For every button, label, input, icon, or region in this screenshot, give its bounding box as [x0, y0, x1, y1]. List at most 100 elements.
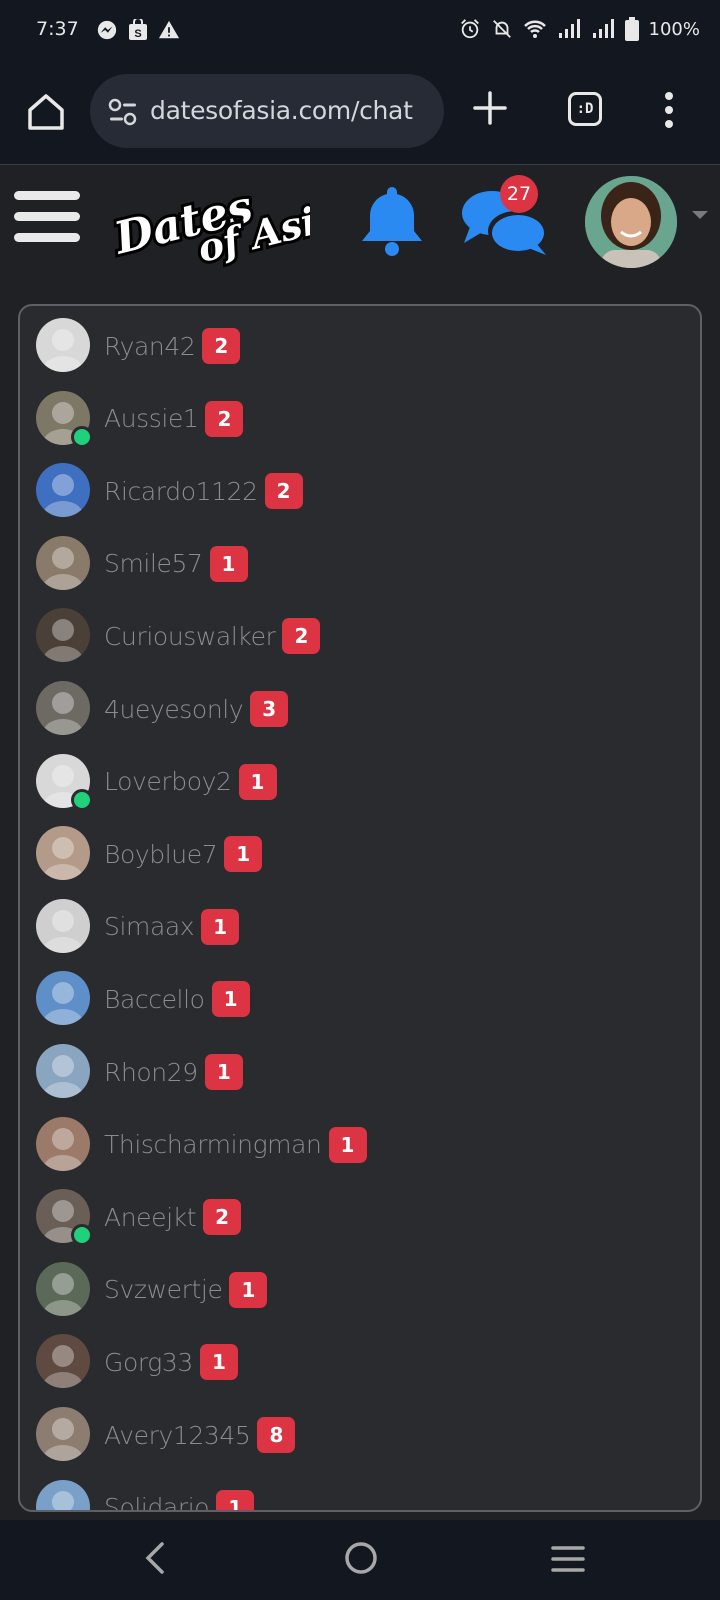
home-icon[interactable]	[24, 90, 68, 134]
contact-avatar[interactable]	[36, 898, 90, 953]
chat-list-item[interactable]: Ricardo1122 2	[36, 463, 676, 523]
contact-username[interactable]: Rhon29	[104, 1058, 198, 1087]
chat-list-item[interactable]: Ryan42 2	[36, 318, 676, 378]
contact-username[interactable]: Loverboy2	[104, 767, 232, 796]
signal-icon-2	[592, 19, 614, 38]
chat-list-item[interactable]: Solidario 1	[36, 1479, 676, 1510]
chat-item-label[interactable]: Smile57 1	[104, 545, 248, 582]
warning-icon	[158, 20, 180, 39]
chat-list-item[interactable]: Boyblue7 1	[36, 826, 676, 886]
wifi-icon	[523, 20, 546, 38]
home-nav-icon[interactable]	[344, 1540, 378, 1576]
contact-avatar[interactable]	[36, 1479, 90, 1510]
contact-username[interactable]: Aussie1	[104, 404, 199, 433]
unread-count-badge: 2	[205, 400, 244, 437]
back-icon[interactable]	[140, 1540, 170, 1576]
chat-list-item[interactable]: Curiouswalker 2	[36, 608, 676, 668]
chat-list-item[interactable]: Avery12345 8	[36, 1407, 676, 1467]
chat-list-item[interactable]: 4ueyesonly 3	[36, 681, 676, 741]
contact-username[interactable]: Baccello	[104, 985, 205, 1014]
chat-item-label[interactable]: Solidario 1	[104, 1489, 255, 1510]
contact-avatar[interactable]	[36, 318, 90, 372]
contact-username[interactable]: Boyblue7	[104, 840, 218, 869]
mute-icon	[492, 20, 511, 38]
chat-list-item[interactable]: Gorg33 1	[36, 1334, 676, 1394]
site-logo[interactable]: Dates of Asia	[110, 173, 310, 269]
chat-item-label[interactable]: Ricardo1122 2	[104, 473, 303, 510]
contact-username[interactable]: Curiouswalker	[104, 622, 276, 651]
notifications-bell-icon[interactable]	[358, 183, 426, 257]
contact-username[interactable]: Ricardo1122	[104, 477, 258, 506]
online-status-indicator	[71, 1224, 93, 1247]
chat-item-label[interactable]: Aneejkt 2	[104, 1199, 242, 1236]
chat-list-item[interactable]: Aneejkt 2	[36, 1189, 676, 1249]
user-avatar[interactable]	[585, 176, 677, 268]
contact-username[interactable]: Solidario	[104, 1493, 210, 1510]
chat-list-item[interactable]: Aussie1 2	[36, 390, 676, 451]
battery-icon	[624, 17, 639, 41]
contact-avatar[interactable]	[36, 1261, 90, 1316]
contact-username[interactable]: Svzwertje	[104, 1275, 223, 1304]
unread-count-badge: 1	[211, 981, 250, 1018]
contact-avatar[interactable]	[36, 1044, 90, 1098]
chat-item-label[interactable]: Rhon29 1	[104, 1054, 243, 1090]
unread-count-badge: 1	[209, 545, 248, 582]
site-settings-icon[interactable]	[108, 98, 138, 126]
contact-avatar[interactable]	[36, 1116, 90, 1171]
chat-item-label[interactable]: Baccello 1	[104, 981, 250, 1018]
contact-username[interactable]: Aneejkt	[104, 1203, 197, 1232]
chat-list-item[interactable]: Baccello 1	[36, 971, 676, 1031]
unread-count-badge: 1	[199, 1344, 238, 1381]
contact-username[interactable]: Thischarmingman	[104, 1130, 322, 1159]
chat-list-item[interactable]: Simaax 1	[36, 898, 676, 959]
chat-item-label[interactable]: Loverboy2 1	[104, 763, 277, 800]
new-tab-icon[interactable]	[472, 90, 508, 126]
contact-username[interactable]: Avery12345	[104, 1421, 251, 1450]
chat-list: Ryan42 2 Aussie1 2 Ricardo1122 2 Smile57 1 Curio…	[18, 304, 702, 1512]
contact-username[interactable]: Simaax	[104, 912, 195, 941]
online-status-indicator	[71, 788, 93, 811]
chat-item-label[interactable]: Aussie1 2	[104, 400, 244, 437]
contact-avatar[interactable]	[36, 1334, 90, 1389]
unread-count-badge: 2	[264, 473, 303, 510]
shopping-bag-icon: S	[129, 19, 147, 40]
tab-switcher-button[interactable]: :D	[568, 92, 602, 126]
chat-item-label[interactable]: Avery12345 8	[104, 1417, 296, 1453]
chat-item-label[interactable]: Thischarmingman 1	[104, 1126, 367, 1163]
chat-item-label[interactable]: Simaax 1	[104, 908, 240, 945]
unread-count-badge: 1	[201, 908, 240, 945]
contact-username[interactable]: 4ueyesonly	[104, 695, 244, 724]
contact-avatar[interactable]	[36, 1407, 90, 1461]
address-bar[interactable]: datesofasia.com/chat	[90, 74, 444, 148]
chat-item-label[interactable]: Svzwertje 1	[104, 1271, 268, 1308]
chat-list-item[interactable]: Thischarmingman 1	[36, 1116, 676, 1177]
chat-item-label[interactable]: Curiouswalker 2	[104, 618, 321, 655]
contact-username[interactable]: Gorg33	[104, 1348, 193, 1377]
signal-icon	[558, 19, 580, 38]
contact-username[interactable]: Smile57	[104, 549, 203, 578]
contact-avatar[interactable]	[36, 971, 90, 1026]
url-text[interactable]: datesofasia.com/chat	[150, 96, 413, 125]
hamburger-menu-icon[interactable]	[14, 191, 80, 247]
contact-avatar[interactable]	[36, 463, 90, 518]
chat-list-item[interactable]: Rhon29 1	[36, 1044, 676, 1104]
contact-avatar[interactable]	[36, 681, 90, 735]
profile-dropdown-caret-icon[interactable]	[692, 211, 708, 219]
unread-count-badge: 2	[282, 618, 321, 655]
unread-count-badge: 8	[257, 1417, 296, 1453]
chat-list-item[interactable]: Svzwertje 1	[36, 1261, 676, 1322]
chat-item-label[interactable]: 4ueyesonly 3	[104, 691, 289, 727]
contact-avatar[interactable]	[36, 826, 90, 881]
chat-item-label[interactable]: Ryan42 2	[104, 328, 241, 364]
chat-item-label[interactable]: Boyblue7 1	[104, 836, 263, 873]
recent-apps-icon[interactable]	[550, 1544, 586, 1574]
chat-item-label[interactable]: Gorg33 1	[104, 1344, 238, 1381]
contact-avatar[interactable]	[36, 535, 90, 590]
more-menu-icon[interactable]	[664, 92, 674, 128]
chat-list-item[interactable]: Smile57 1	[36, 535, 676, 596]
contact-username[interactable]: Ryan42	[104, 332, 196, 361]
unread-count-badge: 3	[250, 691, 289, 727]
chat-list-item[interactable]: Loverboy2 1	[36, 753, 676, 814]
contact-avatar[interactable]	[36, 608, 90, 663]
unread-count-badge: 2	[203, 1199, 242, 1236]
